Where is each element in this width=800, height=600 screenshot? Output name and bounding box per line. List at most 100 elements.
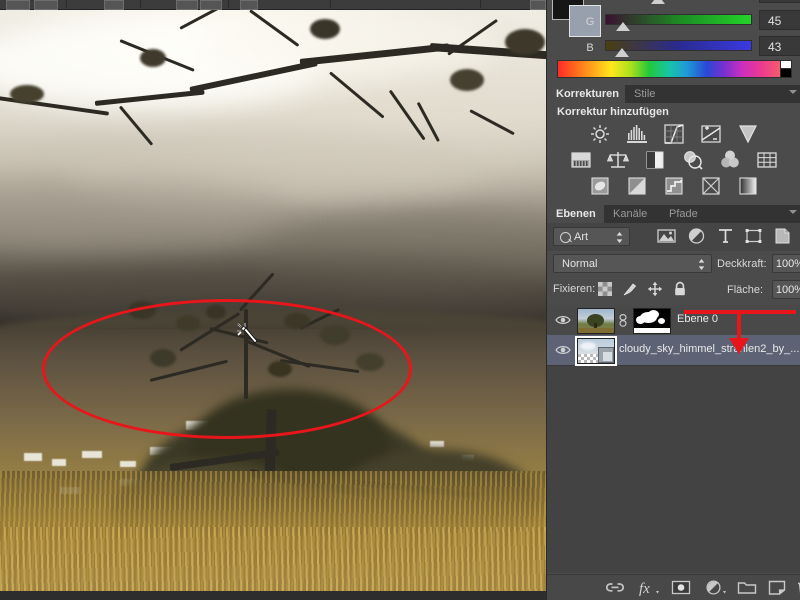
svg-text:fx: fx xyxy=(639,581,650,596)
adjustment-layer-filter-icon[interactable] xyxy=(687,227,706,245)
delete-layer-icon[interactable] xyxy=(796,579,800,596)
document-canvas-area[interactable] xyxy=(0,0,546,600)
vibrance-icon[interactable] xyxy=(736,123,760,145)
sparse-clump-3 xyxy=(206,305,226,319)
village-speck-4 xyxy=(120,461,136,467)
color-slider-g[interactable]: G 45 xyxy=(583,10,800,37)
exposure-icon[interactable] xyxy=(699,123,723,145)
sparse-clump-5 xyxy=(320,325,350,345)
tab-stile[interactable]: Stile xyxy=(625,85,665,103)
shape-layer-filter-icon[interactable] xyxy=(744,227,763,245)
opacity-value[interactable]: 100% xyxy=(772,254,800,273)
layer-thumbnail[interactable] xyxy=(577,308,615,334)
gradient-map-icon[interactable] xyxy=(736,175,760,197)
chevron-updown-icon-blend xyxy=(698,259,705,270)
new-adjustment-layer-icon[interactable] xyxy=(704,579,728,596)
layer-link-icon[interactable] xyxy=(618,314,628,327)
color-slider-g-value[interactable]: 45 xyxy=(759,10,800,30)
tab-pfade[interactable]: Pfade xyxy=(660,205,707,223)
color-lookup-icon[interactable] xyxy=(755,149,779,171)
color-slider-b-label: B xyxy=(586,42,594,54)
blend-mode-select[interactable]: Normal xyxy=(553,254,712,273)
options-separator-5 xyxy=(480,0,481,8)
sparse-clump-1 xyxy=(128,301,156,319)
smart-object-filter-icon[interactable] xyxy=(773,227,792,245)
options-button-2[interactable] xyxy=(34,0,58,10)
layers-panel: Ebenen Kanäle Pfade Art Normal Deckkraft… xyxy=(547,205,800,600)
hue-saturation-icon[interactable] xyxy=(569,149,593,171)
options-button-6[interactable] xyxy=(240,0,258,10)
adjustment-row-2 xyxy=(547,149,800,175)
invert-icon[interactable] xyxy=(588,175,612,197)
color-slider-g-knob[interactable] xyxy=(616,22,630,31)
red-arrow-head xyxy=(729,338,749,354)
posterize-icon[interactable] xyxy=(625,175,649,197)
link-layers-icon[interactable] xyxy=(606,579,624,596)
threshold-icon[interactable] xyxy=(662,175,686,197)
color-spectrum-ramp[interactable] xyxy=(557,60,781,78)
color-slider-r-value[interactable]: 13 xyxy=(759,0,800,3)
leaf-clump-3 xyxy=(450,69,484,91)
layer-thumbnail[interactable] xyxy=(577,338,615,364)
sparse-clump-7 xyxy=(268,361,292,377)
tab-korrekturen[interactable]: Korrekturen xyxy=(547,85,628,103)
image-render xyxy=(0,9,546,591)
layer-list[interactable]: Ebene 0 cloudy_sky_himmel_strahlen2_by_.… xyxy=(547,305,800,573)
black-white-icon[interactable] xyxy=(643,149,667,171)
options-button-7[interactable] xyxy=(530,0,546,10)
new-group-icon[interactable] xyxy=(737,579,757,596)
ramp-black-swatch[interactable] xyxy=(780,68,792,78)
leaf-clump-2 xyxy=(310,19,340,39)
color-panel[interactable]: R 13 G 45 B 43 xyxy=(547,0,800,85)
color-balance-icon[interactable] xyxy=(606,149,630,171)
document-image[interactable] xyxy=(0,9,546,591)
lock-transparency-icon[interactable] xyxy=(597,281,613,297)
layer-mask-thumbnail[interactable] xyxy=(633,308,671,334)
color-slider-r[interactable]: R 13 xyxy=(583,0,800,10)
layer-style-fx-icon[interactable]: fx xyxy=(638,579,660,596)
opacity-label: Deckkraft: xyxy=(717,258,767,270)
pixel-layer-filter-icon[interactable] xyxy=(657,227,676,245)
options-button-5[interactable] xyxy=(200,0,222,10)
color-slider-b-value[interactable]: 43 xyxy=(759,36,800,56)
photo-filter-icon[interactable] xyxy=(681,149,705,171)
tab-kanaele[interactable]: Kanäle xyxy=(604,205,657,223)
layer-filter-row: Art xyxy=(547,223,800,251)
layers-panel-menu-icon[interactable] xyxy=(789,210,797,214)
color-slider-b-knob[interactable] xyxy=(615,48,629,57)
options-separator-1 xyxy=(66,0,67,8)
layer-name[interactable]: cloudy_sky_himmel_strahlen2_by_... xyxy=(619,343,799,355)
add-layer-mask-icon[interactable] xyxy=(671,579,691,596)
panel-dock: R 13 G 45 B 43 xyxy=(546,0,800,600)
layer-filter-kind-select[interactable]: Art xyxy=(553,227,630,246)
blend-mode-row: Normal Deckkraft: 100% xyxy=(547,251,800,277)
chevron-updown-icon xyxy=(616,232,623,243)
table-row[interactable]: cloudy_sky_himmel_strahlen2_by_... xyxy=(547,335,800,366)
type-layer-filter-icon[interactable] xyxy=(716,227,735,245)
lock-all-icon[interactable] xyxy=(672,281,688,297)
tab-ebenen[interactable]: Ebenen xyxy=(547,205,605,223)
selective-color-icon[interactable] xyxy=(699,175,723,197)
options-button-4[interactable] xyxy=(176,0,198,10)
new-layer-icon[interactable] xyxy=(768,579,786,596)
adjustments-title: Korrektur hinzufügen xyxy=(557,106,669,118)
options-button-3[interactable] xyxy=(104,0,124,10)
panel-menu-icon[interactable] xyxy=(789,90,797,94)
options-separator-3 xyxy=(228,0,229,8)
options-button-1[interactable] xyxy=(6,0,30,10)
brightness-contrast-icon[interactable] xyxy=(588,123,612,145)
curves-icon[interactable] xyxy=(662,123,686,145)
village-speck-3 xyxy=(82,451,102,458)
levels-icon[interactable] xyxy=(625,123,649,145)
layer-visibility-icon[interactable] xyxy=(555,344,571,356)
adjustment-row-3 xyxy=(547,175,800,201)
lock-image-icon[interactable] xyxy=(622,281,638,297)
photoshop-window: R 13 G 45 B 43 xyxy=(0,0,800,600)
fill-value[interactable]: 100% xyxy=(772,280,800,299)
layer-visibility-icon[interactable] xyxy=(555,314,571,326)
color-slider-r-knob[interactable] xyxy=(651,0,665,4)
layer-name[interactable]: Ebene 0 xyxy=(677,313,718,325)
lock-position-icon[interactable] xyxy=(647,281,663,297)
channel-mixer-icon[interactable] xyxy=(718,149,742,171)
options-bar-sliver[interactable] xyxy=(0,0,546,10)
